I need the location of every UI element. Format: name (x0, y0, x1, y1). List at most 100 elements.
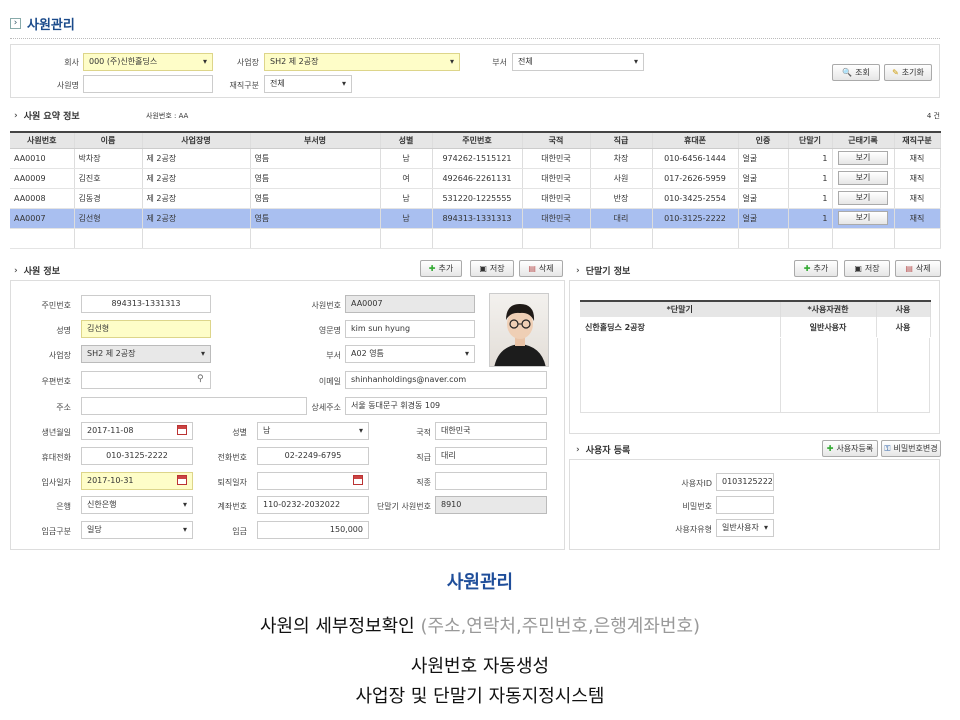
mobile-label: 휴대전화 (41, 453, 71, 462)
bank-select[interactable]: 신한은행 (81, 496, 193, 514)
email-input[interactable]: shinhanholdings@naver.com (345, 371, 547, 389)
table-cell: AA0009 (10, 168, 75, 189)
column-header[interactable]: 성별 (380, 131, 433, 149)
eng-label: 영문명 (318, 326, 341, 335)
terminal-delete-button[interactable]: ▤ 삭제 (895, 260, 941, 277)
column-header[interactable]: 근태기록 (832, 131, 895, 149)
table-cell: 대한민국 (522, 188, 591, 209)
view-attendance-button[interactable]: 보기 (838, 211, 888, 225)
employee-photo (489, 293, 549, 367)
table-cell: 차장 (590, 148, 653, 169)
dept-select[interactable]: A02 영틈 (345, 345, 475, 363)
site-select[interactable]: SH2 제 2공장 (81, 345, 211, 363)
calendar-icon[interactable] (353, 475, 363, 485)
view-attendance-button[interactable]: 보기 (838, 151, 888, 165)
column-header[interactable]: 인증 (738, 131, 789, 149)
name-label: 성명 (56, 326, 71, 335)
phone-input[interactable]: 02-2249-6795 (257, 447, 369, 465)
column-header[interactable]: 주민번호 (432, 131, 523, 149)
broom-icon: ✎ (892, 68, 899, 77)
user-register-button[interactable]: ✚ 사용자등록 (822, 440, 878, 457)
page-title: 사원관리 (27, 17, 75, 33)
column-header[interactable]: *사용자권한 (780, 300, 877, 317)
column-header[interactable]: 휴대폰 (652, 131, 739, 149)
filter-panel: 회사 000 (주)신한홀딩스 사업장 SH2 제 2공장 부서 전체 사원명 … (10, 44, 940, 98)
rrn-input[interactable]: 894313-1331313 (81, 295, 211, 313)
terminal-save-button[interactable]: ▣ 저장 (844, 260, 890, 277)
employee-delete-label: 삭제 (538, 264, 554, 273)
terminal-save-label: 저장 (864, 264, 880, 273)
table-cell: 974262-1515121 (432, 148, 523, 169)
column-header[interactable]: 사업장명 (142, 131, 251, 149)
column-header[interactable]: 부서명 (250, 131, 381, 149)
table-cell: 017-2626-5959 (652, 168, 739, 189)
nation-input[interactable]: 대한민국 (435, 422, 547, 440)
calendar-icon[interactable] (177, 425, 187, 435)
table-row[interactable]: AA0008 김동경 제 2공장 영틈 남 531220-1225555 대한민국 반장 010… (10, 188, 941, 209)
column-header[interactable]: 사용 (876, 300, 931, 317)
column-header[interactable]: 이름 (74, 131, 143, 149)
table-row[interactable]: 신한홀딩스 2공장 일반사용자 사용 (580, 317, 931, 337)
column-divider (780, 338, 781, 413)
employee-delete-button[interactable]: ▤ 삭제 (519, 260, 563, 277)
table-cell: 박차장 (74, 148, 143, 169)
account-input[interactable]: 110-0232-2032022 (257, 496, 369, 514)
calendar-icon[interactable] (177, 475, 187, 485)
empno-input: AA0007 (345, 295, 475, 313)
caption-feature-2: 사업장 및 단말기 자동지정시스템 (355, 686, 605, 707)
employee-add-button[interactable]: ✚ 추가 (420, 260, 462, 277)
search-button[interactable]: 🔍 조회 (832, 64, 880, 81)
column-header[interactable]: *단말기 (580, 300, 781, 317)
phone-label: 전화번호 (217, 453, 247, 462)
nation-label: 국적 (416, 428, 431, 437)
zip-input[interactable] (81, 371, 211, 389)
caption-features: 사원번호 자동생성 사업장 및 단말기 자동지정시스템 (0, 652, 960, 712)
change-password-button[interactable]: ⚿ 비밀번호변경 (881, 440, 941, 457)
reset-button[interactable]: ✎ 초기화 (884, 64, 932, 81)
table-row[interactable]: AA0009 김진호 제 2공장 영틈 여 492646-2261131 대한민국 사원 017… (10, 168, 941, 189)
view-attendance-button[interactable]: 보기 (838, 191, 888, 205)
password-input[interactable] (716, 496, 774, 514)
column-header[interactable]: 사원번호 (10, 131, 75, 149)
terminal-add-label: 추가 (813, 264, 829, 273)
employee-save-button[interactable]: ▣ 저장 (470, 260, 514, 277)
view-attendance-button[interactable]: 보기 (838, 171, 888, 185)
caption-feature-1: 사원번호 자동생성 (410, 656, 550, 677)
name-input[interactable]: 김선형 (81, 320, 211, 338)
address-detail-input[interactable]: 서울 동대문구 휘경동 109 (345, 397, 547, 415)
status-select[interactable]: 전체 (264, 75, 352, 93)
column-header[interactable]: 단말기 (788, 131, 833, 149)
terminal-empty-area (580, 338, 930, 413)
table-row[interactable]: AA0010 박차장 제 2공장 영틈 남 974262-1515121 대한민국 차장 010… (10, 148, 941, 169)
table-cell: 대한민국 (522, 148, 591, 169)
summary-title: 사원 요약 정보 (23, 112, 80, 122)
user-id-input[interactable]: 01031252222 (716, 473, 774, 491)
table-cell: 김진호 (74, 168, 143, 189)
site-select[interactable]: SH2 제 2공장 (264, 53, 460, 71)
plus-icon: ✚ (803, 264, 811, 273)
term-label: 단말기 사원번호 (376, 502, 431, 511)
user-register-label: 사용자등록 (836, 444, 874, 453)
password-label: 비밀번호 (682, 502, 712, 511)
duty-input[interactable] (435, 472, 547, 490)
wage-input[interactable]: 150,000 (257, 521, 369, 539)
name-input[interactable] (83, 75, 213, 93)
rank-input[interactable]: 대리 (435, 447, 547, 465)
terminal-panel: *단말기 *사용자권한 사용 신한홀딩스 2공장 일반사용자 사용 (569, 280, 940, 434)
column-header[interactable]: 재직구분 (894, 131, 941, 149)
mobile-input[interactable]: 010-3125-2222 (81, 447, 193, 465)
table-cell (250, 228, 381, 249)
column-header[interactable]: 직급 (590, 131, 653, 149)
table-row[interactable]: AA0007 김선형 제 2공장 영틈 남 894313-1331313 대한민국 대리 010… (10, 208, 941, 229)
dept-select[interactable]: 전체 (512, 53, 644, 71)
user-type-select[interactable]: 일반사용자 (716, 519, 774, 537)
paytype-select[interactable]: 일당 (81, 521, 193, 539)
search-icon[interactable]: ⚲ (197, 374, 204, 384)
delete-icon: ▤ (528, 264, 536, 273)
company-select[interactable]: 000 (주)신한홀딩스 (83, 53, 213, 71)
address-input[interactable] (81, 397, 307, 415)
column-header[interactable]: 국적 (522, 131, 591, 149)
terminal-add-button[interactable]: ✚ 추가 (794, 260, 838, 277)
gender-select[interactable]: 남 (257, 422, 369, 440)
eng-name-input[interactable]: kim sun hyung (345, 320, 475, 338)
